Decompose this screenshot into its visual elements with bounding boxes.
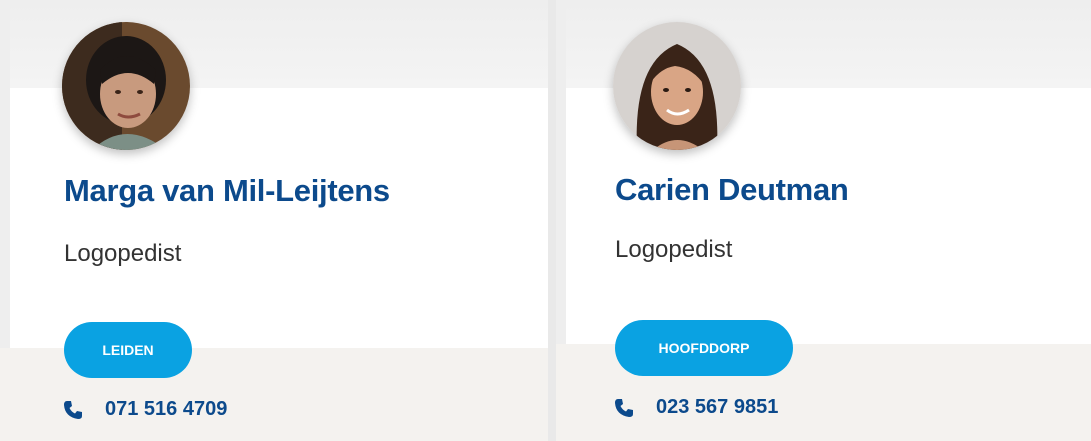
member-name: Carien Deutman (615, 172, 849, 207)
member-role: Logopedist (615, 236, 733, 263)
phone-number: 023 567 9851 (656, 396, 779, 418)
avatar (613, 22, 741, 150)
location-button[interactable]: LEIDEN (64, 322, 192, 378)
location-button[interactable]: HOOFDDORP (615, 320, 793, 376)
phone-number: 071 516 4709 (105, 398, 228, 420)
phone-icon (63, 400, 83, 420)
member-role: Logopedist (64, 240, 182, 267)
avatar (62, 22, 190, 150)
phone-link[interactable]: 023 567 9851 (614, 396, 778, 419)
phone-icon (614, 398, 634, 418)
team-member-card: Carien Deutman Logopedist HOOFDDORP 023 … (556, 0, 1091, 441)
phone-link[interactable]: 071 516 4709 (63, 398, 227, 421)
member-name: Marga van Mil-Leijtens (64, 173, 390, 208)
team-member-card: Marga van Mil-Leijtens Logopedist LEIDEN… (0, 0, 548, 441)
